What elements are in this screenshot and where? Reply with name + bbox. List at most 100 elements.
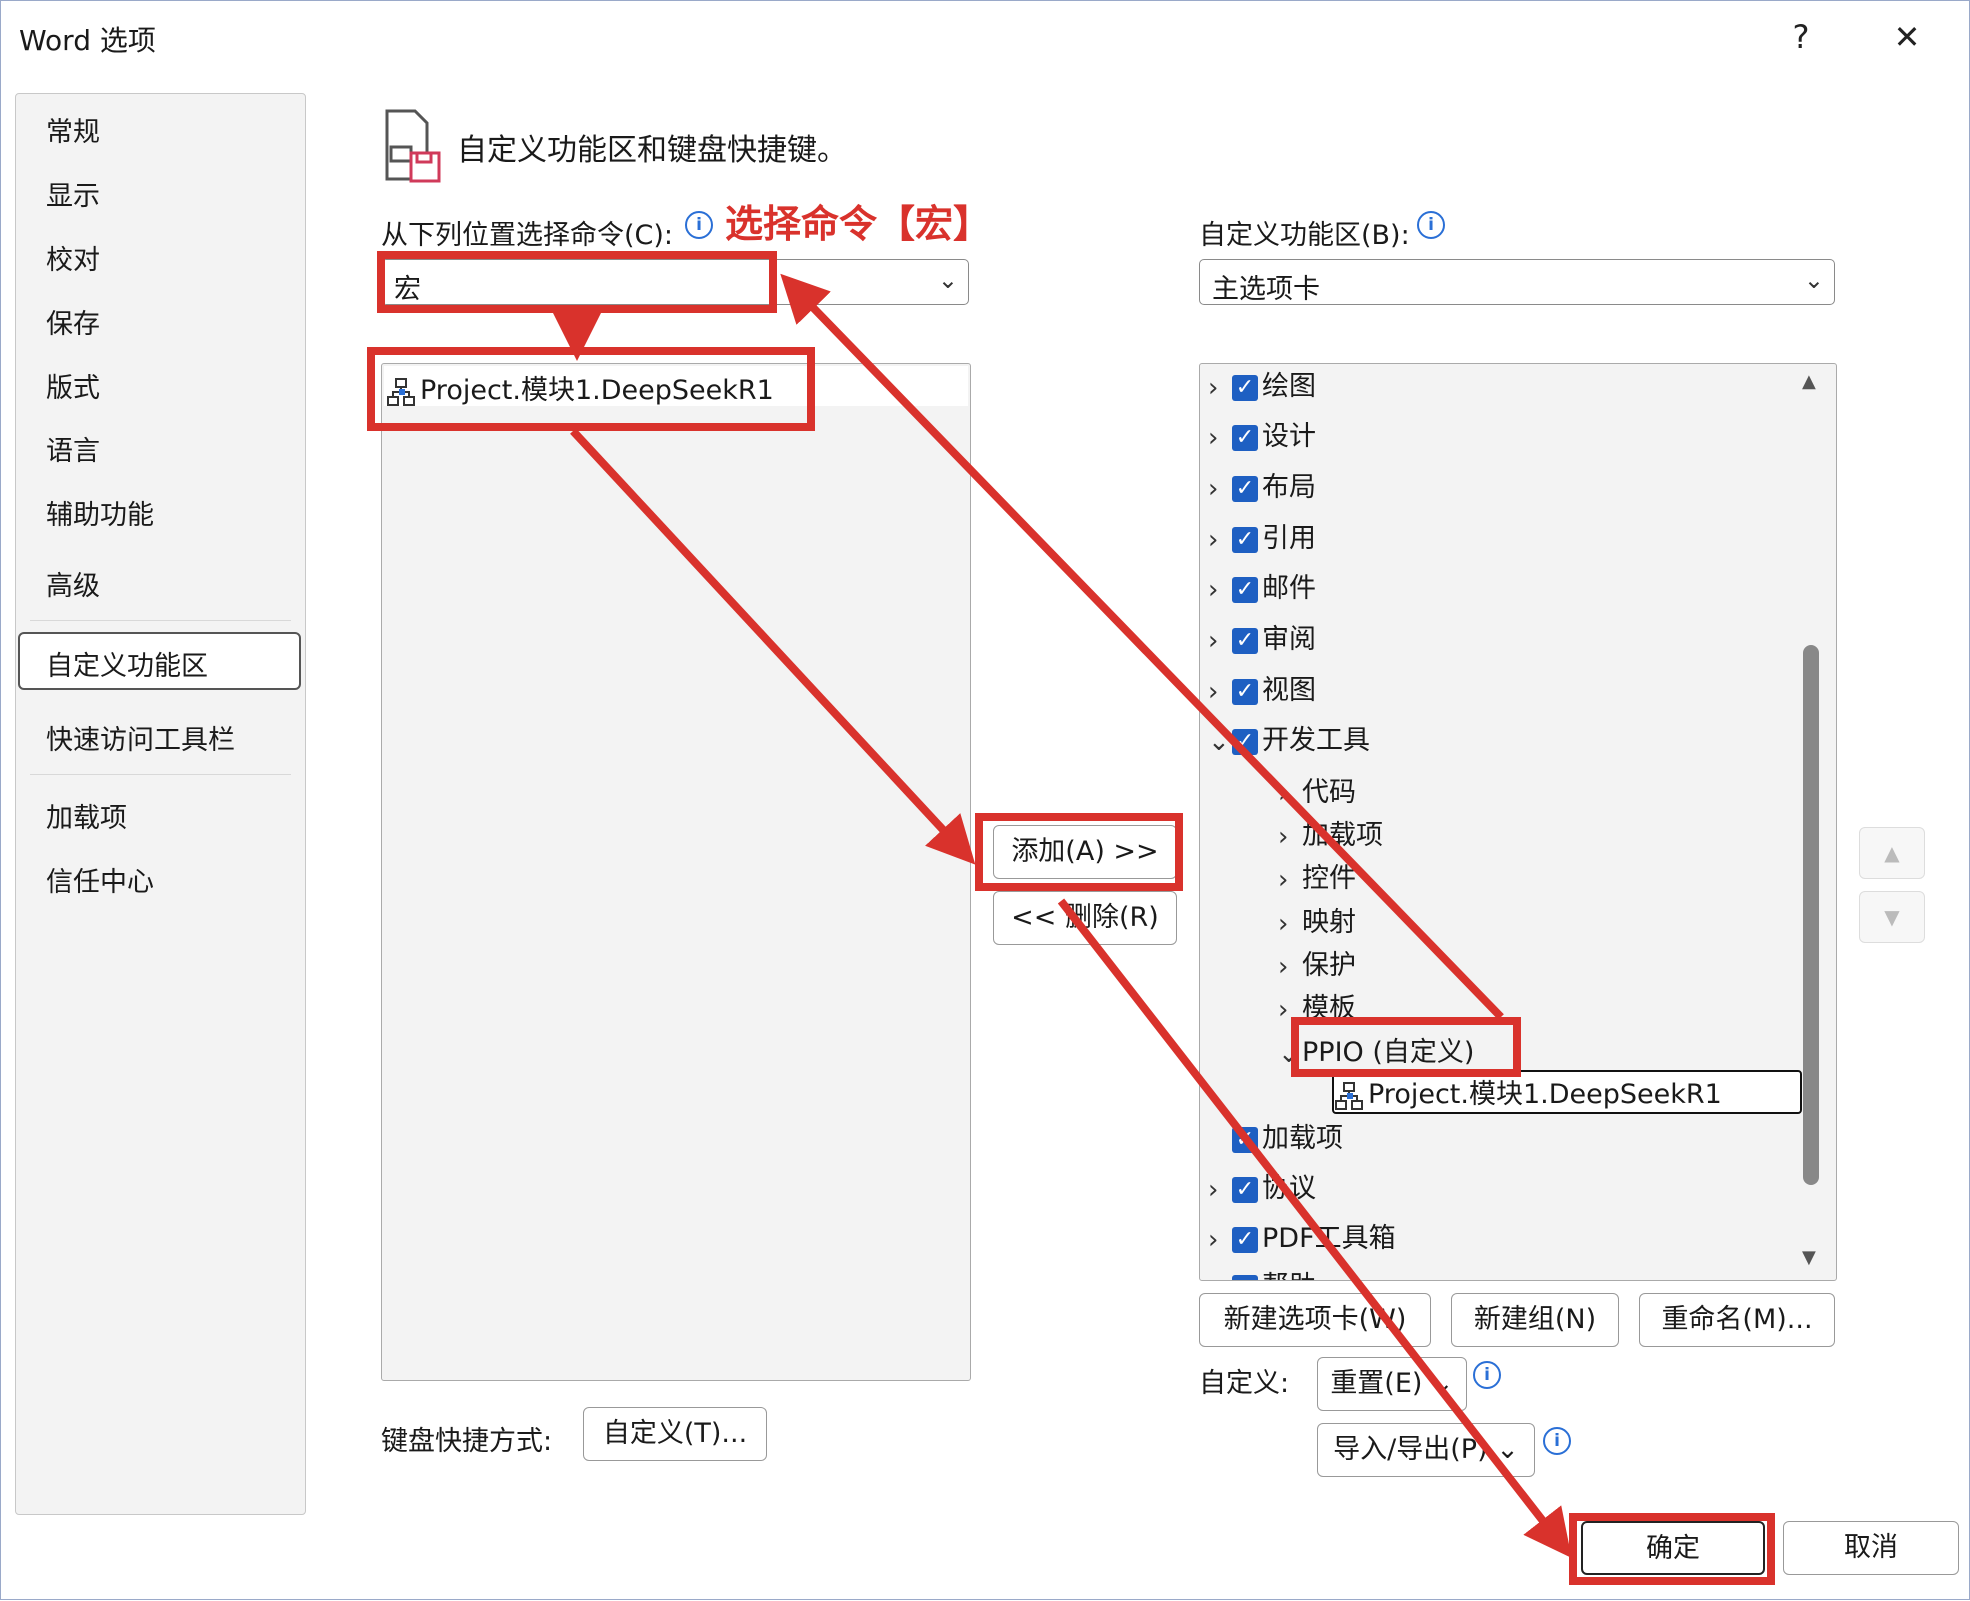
chevron-right-icon[interactable]: › — [1278, 822, 1302, 852]
info-icon[interactable]: i — [685, 211, 713, 239]
tree-tab-draw[interactable]: › ✓ 绘图 — [1208, 364, 1316, 403]
chevron-right-icon[interactable]: › — [1208, 373, 1232, 403]
options-nav: 常规 显示 校对 保存 版式 语言 辅助功能 高级 自定义功能区 快速访问工具栏… — [15, 93, 306, 1515]
customizations-label: 自定义: — [1199, 1368, 1290, 1399]
tree-tab-references[interactable]: › ✓ 引用 — [1208, 516, 1316, 555]
customize-ribbon-value: 主选项卡 — [1212, 274, 1320, 305]
customize-ribbon-label: 自定义功能区(B): — [1199, 220, 1410, 251]
customize-ribbon-icon — [385, 109, 441, 183]
tree-group-protect[interactable]: › 保护 — [1278, 943, 1356, 982]
tree-tab-developer[interactable]: ⌄ ✓ 开发工具 — [1208, 718, 1370, 757]
annotation-box-macro-dropdown — [377, 251, 777, 313]
tree-group-code[interactable]: › 代码 — [1278, 770, 1356, 809]
nav-item-addins[interactable]: 加载项 — [46, 796, 127, 835]
checkbox-checked-icon[interactable]: ✓ — [1232, 1176, 1258, 1203]
tree-scrollbar[interactable]: ▲ ▼ — [1800, 365, 1822, 1273]
chevron-right-icon[interactable]: › — [1208, 525, 1232, 555]
checkbox-checked-icon[interactable]: ✓ — [1232, 526, 1258, 553]
chevron-right-icon[interactable]: › — [1208, 1225, 1232, 1255]
tree-tab-help[interactable]: ✓帮助 — [1208, 1264, 1316, 1280]
nav-item-trust-center[interactable]: 信任中心 — [46, 860, 154, 899]
ribbon-tree[interactable]: › ✓ 绘图 › ✓ 设计 › ✓ 布局 › ✓ 引用 › ✓ 邮件 › ✓ 审阅 › ✓ 视图 ⌄ ✓ 开发工… — [1199, 363, 1837, 1281]
new-group-button[interactable]: 新建组(N) — [1451, 1293, 1619, 1347]
chevron-down-icon: ⌄ — [937, 266, 958, 294]
annotation-box-command — [367, 347, 815, 431]
keyboard-shortcuts-label: 键盘快捷方式: — [381, 1426, 553, 1457]
info-icon[interactable]: i — [1473, 1361, 1501, 1389]
chevron-down-icon[interactable]: ⌄ — [1208, 727, 1232, 757]
tree-tab-mailings[interactable]: › ✓ 邮件 — [1208, 566, 1316, 605]
cancel-button[interactable]: 取消 — [1783, 1521, 1959, 1575]
customize-ribbon-dropdown[interactable]: 主选项卡 ⌄ — [1199, 259, 1835, 305]
move-up-button[interactable]: ▲ — [1859, 827, 1925, 879]
title-bar: Word 选项 ? ✕ — [1, 1, 1969, 71]
remove-button[interactable]: << 删除(R) — [993, 891, 1177, 945]
nav-item-general[interactable]: 常规 — [46, 110, 100, 149]
keyboard-customize-button[interactable]: 自定义(T)... — [583, 1407, 767, 1461]
rename-button[interactable]: 重命名(M)... — [1639, 1293, 1835, 1347]
tree-tab-review[interactable]: › ✓ 审阅 — [1208, 617, 1316, 656]
chevron-right-icon[interactable]: › — [1208, 423, 1232, 453]
checkbox-checked-icon[interactable]: ✓ — [1232, 1274, 1258, 1280]
move-down-button[interactable]: ▼ — [1859, 891, 1925, 943]
chevron-right-icon[interactable]: › — [1208, 626, 1232, 656]
checkbox-checked-icon[interactable]: ✓ — [1232, 627, 1258, 654]
help-button[interactable]: ? — [1771, 13, 1831, 61]
checkbox-checked-icon[interactable]: ✓ — [1232, 728, 1258, 755]
page-title: 自定义功能区和键盘快捷键。 — [457, 133, 847, 168]
chevron-right-icon[interactable]: › — [1278, 909, 1302, 939]
scroll-up-icon[interactable]: ▲ — [1802, 371, 1816, 392]
scrollbar-thumb[interactable] — [1803, 645, 1819, 1185]
checkbox-checked-icon[interactable]: ✓ — [1232, 1126, 1258, 1153]
annotation-choose-macro: 选择命令【宏】 — [725, 202, 992, 246]
chevron-right-icon[interactable]: › — [1278, 779, 1302, 809]
chevron-right-icon[interactable]: › — [1208, 1175, 1232, 1205]
nav-divider — [30, 774, 291, 775]
tree-group-addins[interactable]: › 加载项 — [1278, 813, 1383, 852]
tree-group-mapping[interactable]: › 映射 — [1278, 900, 1356, 939]
close-button[interactable]: ✕ — [1877, 13, 1937, 61]
nav-item-advanced[interactable]: 高级 — [46, 564, 100, 603]
annotation-box-ok-button — [1569, 1513, 1775, 1585]
tree-tab-pdf-toolbox[interactable]: › ✓ PDF工具箱 — [1208, 1216, 1396, 1255]
checkbox-checked-icon[interactable]: ✓ — [1232, 374, 1258, 401]
checkbox-checked-icon[interactable]: ✓ — [1232, 576, 1258, 603]
tree-tab-addins[interactable]: ✓ 加载项 — [1208, 1116, 1343, 1155]
nav-item-display[interactable]: 显示 — [46, 174, 100, 213]
chevron-right-icon[interactable]: › — [1208, 575, 1232, 605]
chevron-right-icon[interactable]: › — [1208, 677, 1232, 707]
checkbox-checked-icon[interactable]: ✓ — [1232, 424, 1258, 451]
info-icon[interactable]: i — [1543, 1427, 1571, 1455]
nav-divider — [30, 620, 291, 621]
tree-tab-layout[interactable]: › ✓ 布局 — [1208, 465, 1316, 504]
scroll-down-icon[interactable]: ▼ — [1802, 1247, 1816, 1268]
info-icon[interactable]: i — [1417, 211, 1445, 239]
chevron-right-icon[interactable]: › — [1208, 474, 1232, 504]
word-options-dialog: Word 选项 ? ✕ 常规 显示 校对 保存 版式 语言 辅助功能 高级 自定… — [0, 0, 1970, 1600]
macro-icon — [1335, 1081, 1363, 1110]
nav-item-layout[interactable]: 版式 — [46, 366, 100, 405]
checkbox-checked-icon[interactable]: ✓ — [1232, 1226, 1258, 1253]
nav-item-customize-ribbon[interactable]: 自定义功能区 — [46, 644, 208, 683]
nav-item-quick-access-toolbar[interactable]: 快速访问工具栏 — [46, 718, 235, 757]
chevron-down-icon: ⌄ — [1803, 266, 1824, 294]
nav-item-accessibility[interactable]: 辅助功能 — [46, 493, 154, 532]
nav-item-language[interactable]: 语言 — [46, 429, 100, 468]
tree-tab-design[interactable]: › ✓ 设计 — [1208, 414, 1316, 453]
annotation-box-add-button — [975, 813, 1183, 891]
nav-item-save[interactable]: 保存 — [46, 302, 100, 341]
import-export-button[interactable]: 导入/导出(P) ⌄ — [1317, 1423, 1535, 1477]
tree-tab-agreement[interactable]: › ✓ 协议 — [1208, 1166, 1316, 1205]
reset-button[interactable]: 重置(E) ⌄ — [1317, 1357, 1467, 1411]
chevron-right-icon[interactable]: › — [1278, 865, 1302, 895]
commands-list[interactable]: Project.模块1.DeepSeekR1 — [381, 363, 971, 1381]
new-tab-button[interactable]: 新建选项卡(W) — [1199, 1293, 1431, 1347]
nav-item-proofing[interactable]: 校对 — [46, 238, 100, 277]
checkbox-checked-icon[interactable]: ✓ — [1232, 678, 1258, 705]
window-title: Word 选项 — [19, 24, 156, 57]
choose-commands-label: 从下列位置选择命令(C): — [381, 220, 674, 251]
tree-group-controls[interactable]: › 控件 — [1278, 856, 1356, 895]
chevron-right-icon[interactable]: › — [1278, 952, 1302, 982]
checkbox-checked-icon[interactable]: ✓ — [1232, 475, 1258, 502]
tree-tab-view[interactable]: › ✓ 视图 — [1208, 668, 1316, 707]
